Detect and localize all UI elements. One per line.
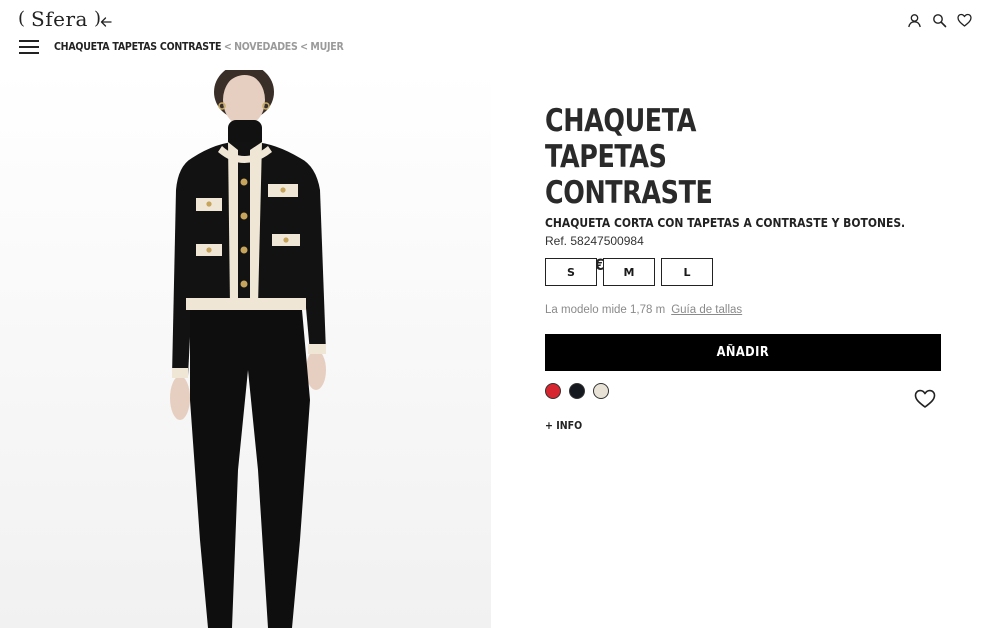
- brand-logo[interactable]: ( Sfera ): [18, 5, 101, 33]
- color-swatches: [545, 383, 609, 399]
- add-to-wishlist-heart-icon[interactable]: [914, 389, 936, 409]
- hamburger-line: [19, 46, 39, 48]
- breadcrumb-current: CHAQUETA TAPETAS CONTRASTE: [54, 40, 222, 53]
- size-button-l[interactable]: L: [661, 258, 713, 286]
- logo-paren-left: (: [18, 8, 26, 29]
- hamburger-line: [19, 52, 39, 54]
- size-selector: S M L: [545, 258, 713, 286]
- size-button-m[interactable]: M: [603, 258, 655, 286]
- back-arrow-icon[interactable]: [100, 15, 112, 27]
- model-info: La modelo mide 1,78 m Guía de tallas: [545, 304, 742, 316]
- color-swatch-cream[interactable]: [593, 383, 609, 399]
- breadcrumb-separator: <: [223, 40, 232, 53]
- product-subtitle: CHAQUETA CORTA CON TAPETAS A CONTRASTE Y…: [545, 215, 906, 230]
- size-guide-link[interactable]: Guía de tallas: [671, 304, 742, 316]
- color-swatch-black[interactable]: [569, 383, 585, 399]
- brand-name: Sfera: [31, 7, 88, 31]
- more-info-toggle[interactable]: + INFO: [545, 419, 582, 432]
- hamburger-menu-icon[interactable]: [19, 40, 39, 54]
- size-button-s[interactable]: S: [545, 258, 597, 286]
- breadcrumb-link-novedades[interactable]: NOVEDADES: [234, 40, 298, 53]
- search-icon[interactable]: [932, 13, 947, 28]
- wishlist-heart-icon[interactable]: [957, 13, 972, 28]
- add-to-cart-button[interactable]: AÑADIR: [545, 334, 941, 371]
- breadcrumb-separator: <: [300, 40, 308, 53]
- user-icon[interactable]: [907, 13, 922, 28]
- breadcrumb-link-mujer[interactable]: MUJER: [310, 40, 343, 53]
- add-to-cart-label: AÑADIR: [716, 345, 770, 360]
- product-title: CHAQUETA TAPETAS CONTRASTE: [545, 103, 713, 211]
- product-photo[interactable]: [0, 70, 491, 628]
- breadcrumb: CHAQUETA TAPETAS CONTRASTE < NOVEDADES < MUJ…: [54, 40, 344, 53]
- product-reference: Ref. 58247500984: [545, 234, 644, 248]
- model-height-text: La modelo mide 1,78 m: [545, 304, 666, 316]
- color-swatch-red[interactable]: [545, 383, 561, 399]
- hamburger-line: [19, 40, 39, 42]
- header-icons: [907, 13, 972, 28]
- product-details: CHAQUETA TAPETAS CONTRASTE CHAQUETA CORT…: [545, 103, 941, 432]
